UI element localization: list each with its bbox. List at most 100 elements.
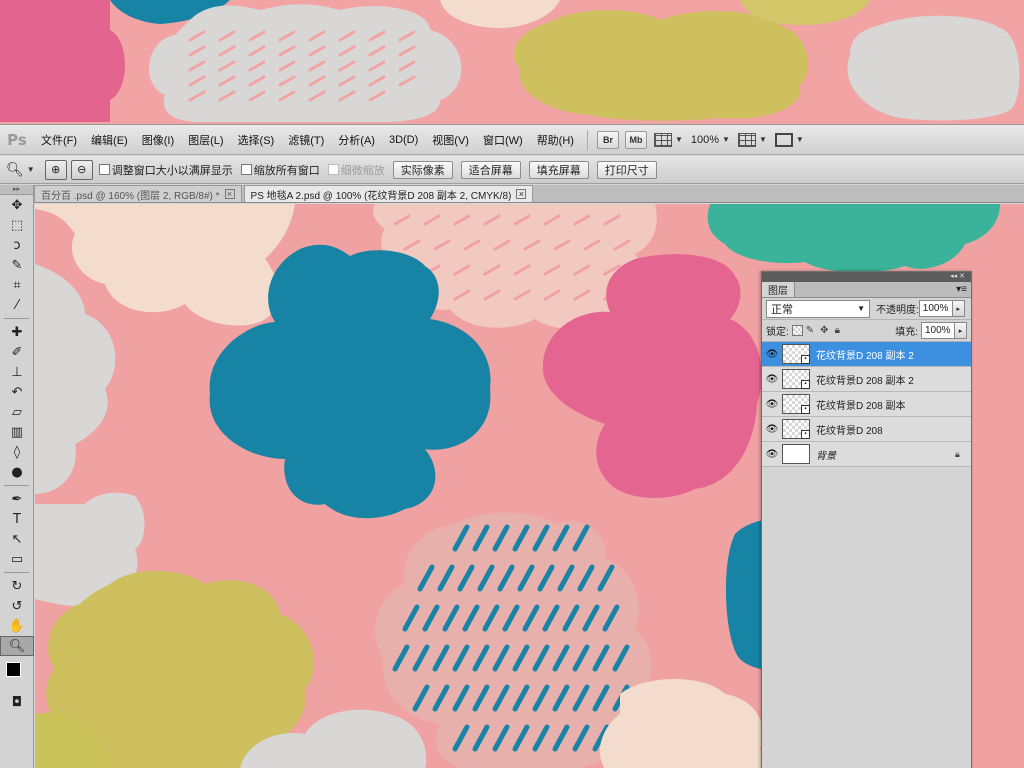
- zoom-tool-icon[interactable]: 🔍︎: [0, 636, 34, 656]
- checkbox-box[interactable]: [98, 164, 110, 175]
- brush-tool-icon[interactable]: ✐: [0, 342, 34, 362]
- 3d-rotate-tool-icon[interactable]: ↻: [0, 576, 34, 596]
- healing-brush-tool-icon[interactable]: ✚: [0, 322, 34, 342]
- preview-pattern-image: [0, 0, 1024, 122]
- checkbox-label: 缩放所有窗口: [253, 164, 320, 177]
- layer-row[interactable]: 👁︎ ▪ 花纹背景D 208 副本 2: [762, 367, 971, 392]
- chevron-down-icon[interactable]: ▼: [27, 165, 35, 174]
- opacity-input[interactable]: 100%: [918, 300, 953, 317]
- fill-input[interactable]: 100%: [921, 322, 955, 339]
- arrange-documents-dropdown[interactable]: ▼: [737, 132, 767, 147]
- history-brush-tool-icon[interactable]: ↶: [0, 382, 34, 402]
- options-bar: 🔍︎ ▼ ⊕ ⊖ 调整窗口大小以满屏显示 缩放所有窗口 细微缩放 实际像素 适合…: [0, 156, 1024, 184]
- opacity-slider-button[interactable]: ▸: [952, 300, 965, 317]
- eyedropper-tool-icon[interactable]: ⁄: [0, 295, 34, 315]
- smart-object-icon: ▪: [801, 430, 810, 439]
- layer-name: 花纹背景D 208 副本: [816, 400, 906, 412]
- fit-screen-button[interactable]: 适合屏幕: [460, 160, 521, 179]
- layers-panel-header: 图层 ▾≡: [762, 282, 971, 298]
- fill-slider-button[interactable]: ▸: [955, 322, 967, 339]
- pattern-preview: [0, 0, 1024, 122]
- menu-3d[interactable]: 3D(D): [382, 134, 425, 146]
- document-tabs: 百分百 .psd @ 160% (图层 2, RGB/8#) * × PS 地毯…: [34, 185, 1024, 203]
- blend-mode-select[interactable]: 正常 ▼: [766, 299, 870, 318]
- menu-filter[interactable]: 滤镜(T): [281, 132, 331, 148]
- tab-document-1[interactable]: 百分百 .psd @ 160% (图层 2, RGB/8#) * ×: [34, 185, 242, 202]
- visibility-eye-icon[interactable]: 👁︎: [762, 349, 782, 360]
- menu-help[interactable]: 帮助(H): [530, 132, 581, 148]
- view-extras-dropdown[interactable]: ▼: [653, 132, 683, 147]
- print-size-button[interactable]: 打印尺寸: [596, 160, 657, 179]
- layer-row[interactable]: 👁︎ ▪ 花纹背景D 208: [762, 417, 971, 442]
- panel-collapse-bar[interactable]: ◂◂ ✕: [762, 272, 971, 282]
- lock-pixels-icon[interactable]: ✎: [806, 325, 814, 336]
- menu-layer[interactable]: 图层(L): [181, 132, 230, 148]
- layer-row[interactable]: 👁︎ ▪ 花纹背景D 208 副本 2: [762, 342, 971, 367]
- menu-select[interactable]: 选择(S): [231, 132, 282, 148]
- shape-tool-icon[interactable]: ▭: [0, 549, 34, 569]
- screen-mode-icon: [774, 132, 793, 147]
- fill-screen-button[interactable]: 填充屏幕: [528, 160, 589, 179]
- menu-edit[interactable]: 编辑(E): [84, 132, 135, 148]
- lock-transparency-icon[interactable]: [791, 325, 803, 336]
- tab-document-2[interactable]: PS 地毯A 2.psd @ 100% (花纹背景D 208 副本 2, CMY…: [243, 185, 534, 202]
- menu-view[interactable]: 视图(V): [425, 132, 476, 148]
- layer-row-background[interactable]: 👁︎ 背景 🔒︎: [762, 442, 971, 467]
- close-icon[interactable]: ×: [224, 189, 235, 199]
- screen-mode-dropdown[interactable]: ▼: [774, 132, 804, 147]
- gradient-tool-icon[interactable]: ▥: [0, 422, 34, 442]
- pen-tool-icon[interactable]: ✒: [0, 489, 34, 509]
- quick-mask-icon[interactable]: ◘: [0, 692, 34, 712]
- path-selection-tool-icon[interactable]: ↖: [0, 529, 34, 549]
- zoom-tool-preset-icon[interactable]: 🔍︎: [6, 162, 24, 178]
- foreground-color-swatch[interactable]: [6, 662, 21, 677]
- move-tool-icon[interactable]: ✥: [0, 195, 34, 215]
- color-swatches-icon[interactable]: [0, 656, 34, 692]
- blur-tool-icon[interactable]: ◊: [0, 442, 34, 462]
- type-tool-icon[interactable]: T: [0, 509, 34, 529]
- layer-name: 花纹背景D 208 副本 2: [816, 375, 914, 387]
- crop-tool-icon[interactable]: ⌗: [0, 275, 34, 295]
- panel-grip[interactable]: ▸▸: [0, 185, 33, 195]
- chevron-down-icon: ▼: [674, 135, 683, 144]
- hand-tool-icon[interactable]: ✋: [0, 616, 34, 636]
- resize-windows-checkbox[interactable]: 调整窗口大小以满屏显示: [98, 162, 233, 178]
- layer-row[interactable]: 👁︎ ▪ 花纹背景D 208 副本: [762, 392, 971, 417]
- visibility-eye-icon[interactable]: 👁︎: [762, 424, 782, 435]
- lock-label: 锁定:: [766, 327, 789, 338]
- tab-layers[interactable]: 图层: [762, 282, 795, 297]
- mini-bridge-button[interactable]: Mb: [624, 130, 647, 149]
- visibility-eye-icon[interactable]: 👁︎: [762, 374, 782, 385]
- menu-file[interactable]: 文件(F): [34, 132, 84, 148]
- lasso-tool-icon[interactable]: ↄ: [0, 235, 34, 255]
- layer-thumbnail: ▪: [782, 369, 810, 389]
- zoom-level: 100%: [690, 133, 720, 146]
- close-icon[interactable]: ×: [516, 189, 527, 199]
- zoom-all-windows-checkbox[interactable]: 缩放所有窗口: [240, 162, 320, 178]
- 3d-orbit-tool-icon[interactable]: ↺: [0, 596, 34, 616]
- menu-image[interactable]: 图像(I): [135, 132, 181, 148]
- zoom-in-icon[interactable]: ⊕: [44, 159, 67, 180]
- zoom-level-dropdown[interactable]: 100% ▼: [691, 134, 730, 146]
- panel-menu-icon[interactable]: ▾≡: [956, 282, 971, 297]
- eraser-tool-icon[interactable]: ▱: [0, 402, 34, 422]
- chevron-down-icon: ▼: [722, 135, 730, 144]
- dodge-tool-icon[interactable]: ●: [0, 462, 34, 482]
- zoom-out-icon[interactable]: ⊖: [70, 159, 93, 180]
- visibility-eye-icon[interactable]: 👁︎: [762, 449, 782, 460]
- layer-thumbnail: ▪: [782, 394, 810, 414]
- lock-all-icon[interactable]: 🔒︎: [835, 325, 840, 336]
- visibility-eye-icon[interactable]: 👁︎: [762, 399, 782, 410]
- launch-bridge-button[interactable]: Br: [596, 130, 619, 149]
- lock-position-icon[interactable]: ✥: [820, 325, 828, 336]
- menu-analysis[interactable]: 分析(A): [331, 132, 382, 148]
- chevron-down-icon: ▼: [758, 135, 767, 144]
- actual-pixels-button[interactable]: 实际像素: [392, 160, 453, 179]
- quick-selection-tool-icon[interactable]: ✎: [0, 255, 34, 275]
- blend-opacity-row: 正常 ▼ 不透明度: 100% ▸: [762, 298, 971, 320]
- checkbox-box[interactable]: [240, 164, 252, 175]
- blend-mode-value: 正常: [771, 303, 793, 316]
- marquee-tool-icon[interactable]: ⬚: [0, 215, 34, 235]
- menu-window[interactable]: 窗口(W): [476, 132, 530, 148]
- clone-stamp-tool-icon[interactable]: ⊥: [0, 362, 34, 382]
